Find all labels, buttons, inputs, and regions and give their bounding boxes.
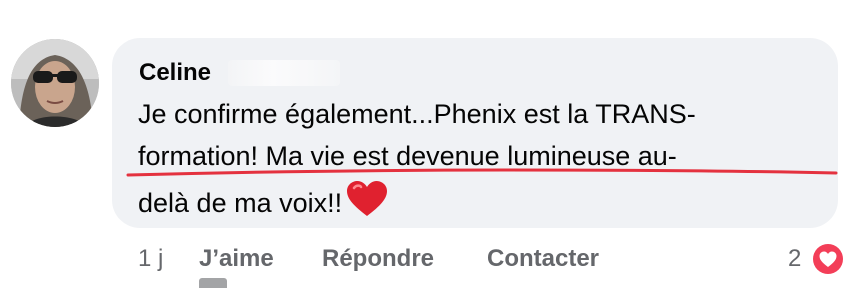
comment-time: 1 j: [138, 245, 164, 272]
cropped-text-fragment: [199, 278, 227, 288]
comment-author[interactable]: Celine: [139, 58, 211, 88]
red-heart-icon: [346, 180, 388, 227]
avatar-photo: [11, 39, 99, 127]
heart-reaction-icon[interactable]: [809, 240, 847, 278]
reaction-count[interactable]: 2: [788, 244, 801, 274]
like-button[interactable]: J’aime: [199, 244, 274, 274]
handwritten-underline: [126, 168, 838, 177]
contact-button[interactable]: Contacter: [487, 244, 599, 274]
comment-text: delà de ma voix!!: [138, 188, 343, 218]
redacted-name: [228, 60, 340, 86]
comment-text-line: Je confirme également...Phenix est la TR…: [138, 99, 696, 129]
reply-button[interactable]: Répondre: [322, 244, 434, 274]
comment-text-line-last: delà de ma voix!!: [138, 180, 388, 227]
avatar[interactable]: [11, 39, 99, 127]
